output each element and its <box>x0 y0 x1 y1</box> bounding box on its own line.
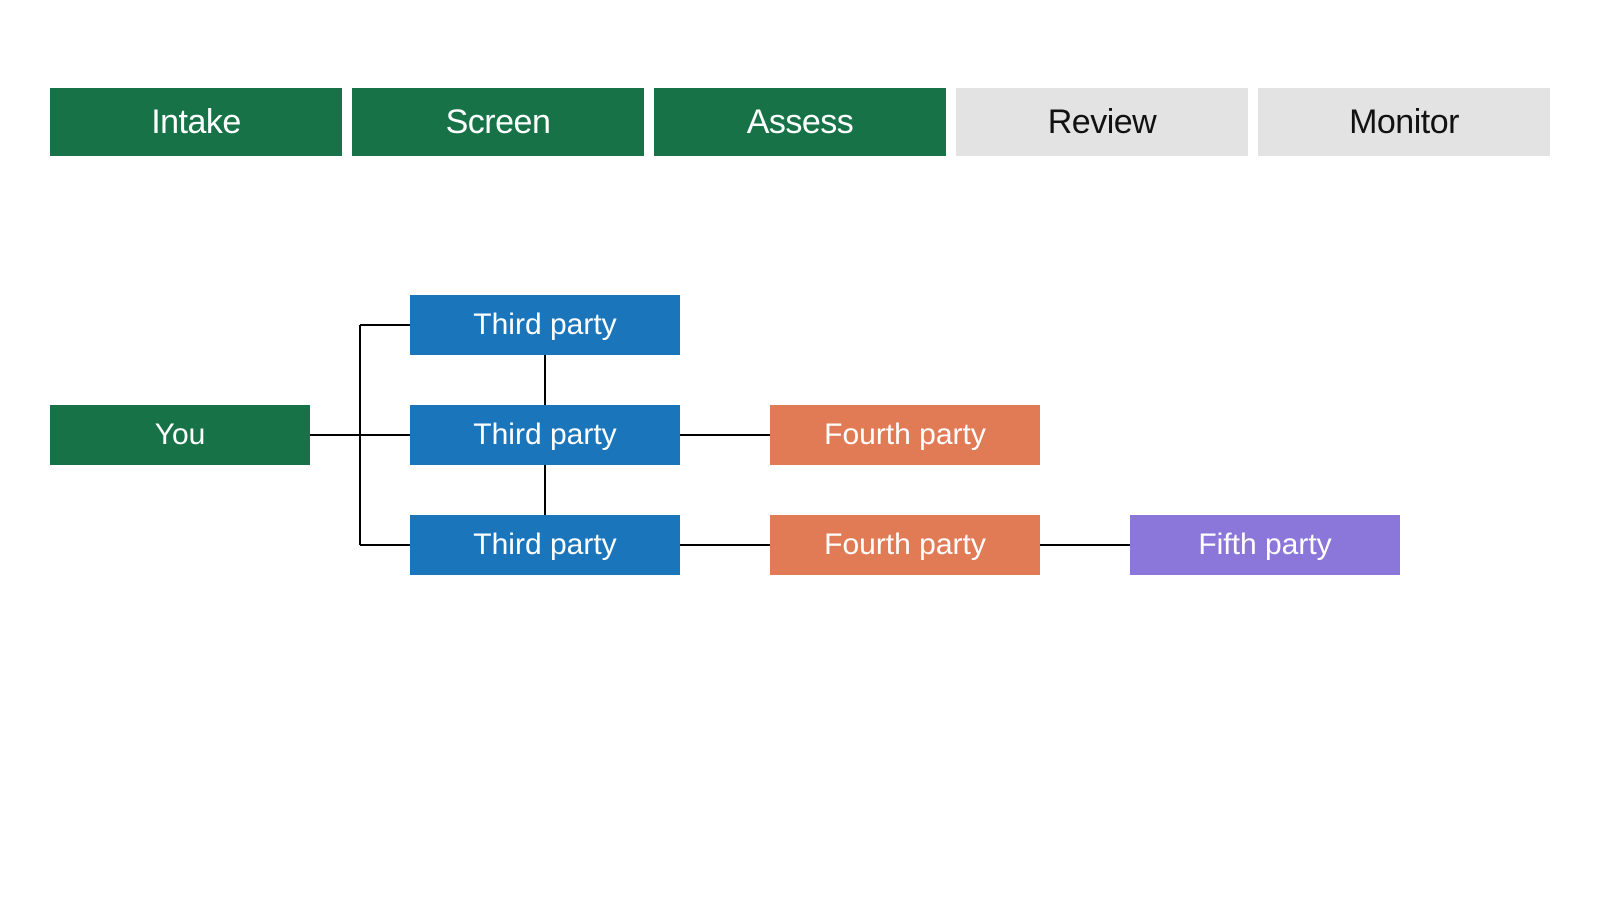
node-third-party-2: Third party <box>410 405 680 465</box>
node-fourth-party-1: Fourth party <box>770 405 1040 465</box>
node-fifth-party: Fifth party <box>1130 515 1400 575</box>
party-hierarchy-diagram: You Third party Third party Third party … <box>0 0 1600 900</box>
node-third-party-3: Third party <box>410 515 680 575</box>
node-third-party-1: Third party <box>410 295 680 355</box>
node-you: You <box>50 405 310 465</box>
node-fourth-party-2: Fourth party <box>770 515 1040 575</box>
